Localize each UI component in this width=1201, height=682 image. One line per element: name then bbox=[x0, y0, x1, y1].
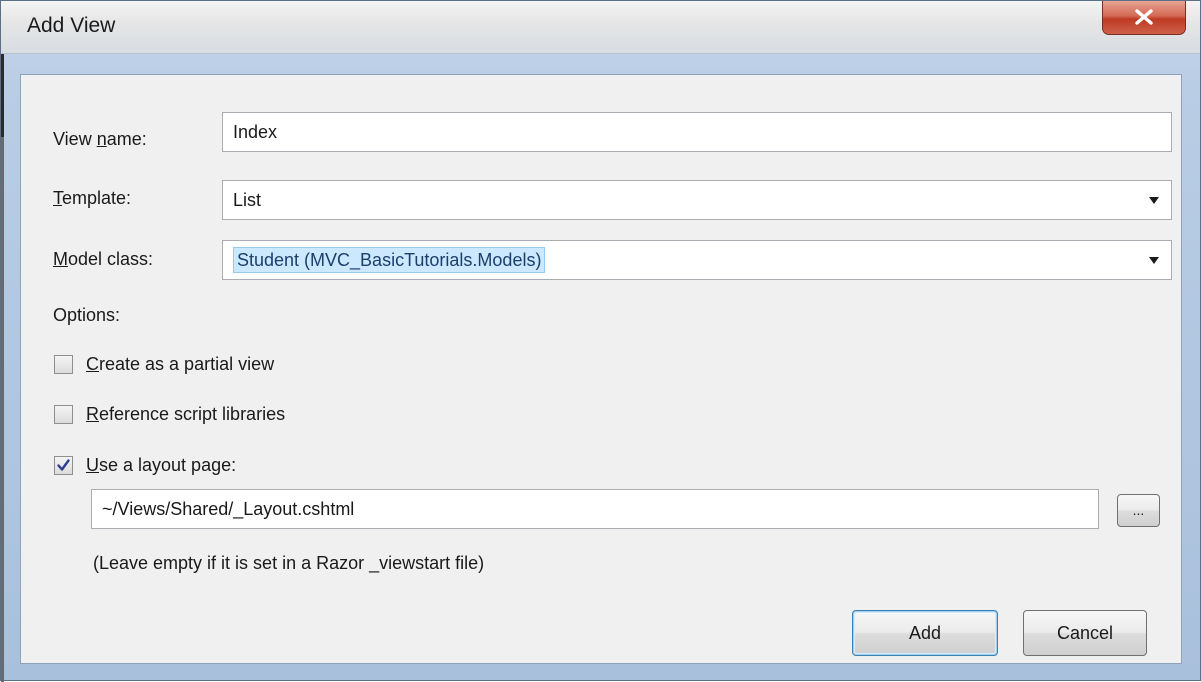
chevron-down-icon bbox=[1149, 257, 1159, 264]
view-name-input[interactable]: Index bbox=[222, 112, 1172, 152]
layout-path-value: ~/Views/Shared/_Layout.cshtml bbox=[102, 499, 355, 519]
partial-view-checkbox[interactable] bbox=[54, 355, 73, 374]
layout-page-label[interactable]: Use a layout page: bbox=[86, 455, 236, 476]
close-icon bbox=[1135, 9, 1153, 25]
script-libraries-checkbox[interactable] bbox=[54, 405, 73, 424]
cancel-button[interactable]: Cancel bbox=[1023, 610, 1147, 656]
chevron-down-icon bbox=[1149, 197, 1159, 204]
model-class-label: Model class: bbox=[53, 249, 154, 269]
model-class-select[interactable]: Student (MVC_BasicTutorials.Models) bbox=[222, 240, 1172, 280]
options-label: Options: bbox=[53, 305, 121, 325]
script-libraries-label[interactable]: Reference script libraries bbox=[86, 404, 285, 425]
window-edge bbox=[1, 1, 4, 682]
layout-page-checkbox[interactable] bbox=[54, 456, 73, 475]
view-name-value: Index bbox=[233, 122, 278, 142]
view-name-label: View name: bbox=[53, 129, 147, 149]
model-class-value: Student (MVC_BasicTutorials.Models) bbox=[233, 247, 546, 273]
title-bar[interactable]: Add View bbox=[1, 1, 1200, 54]
partial-view-label[interactable]: Create as a partial view bbox=[86, 354, 274, 375]
dialog-title: Add View bbox=[27, 14, 116, 37]
dialog-body: View name: Index Template: List Model cl… bbox=[20, 74, 1182, 664]
close-button[interactable] bbox=[1102, 1, 1186, 35]
layout-path-input[interactable]: ~/Views/Shared/_Layout.cshtml bbox=[91, 489, 1099, 529]
template-value: List bbox=[233, 190, 262, 210]
checkmark-icon bbox=[57, 459, 70, 471]
template-label: Template: bbox=[53, 188, 132, 208]
add-view-dialog: Add View View name: Index Template: List… bbox=[0, 0, 1201, 682]
browse-button[interactable]: ... bbox=[1117, 494, 1160, 527]
layout-hint: (Leave empty if it is set in a Razor _vi… bbox=[93, 553, 485, 573]
template-select[interactable]: List bbox=[222, 180, 1172, 220]
add-button[interactable]: Add bbox=[852, 610, 998, 656]
